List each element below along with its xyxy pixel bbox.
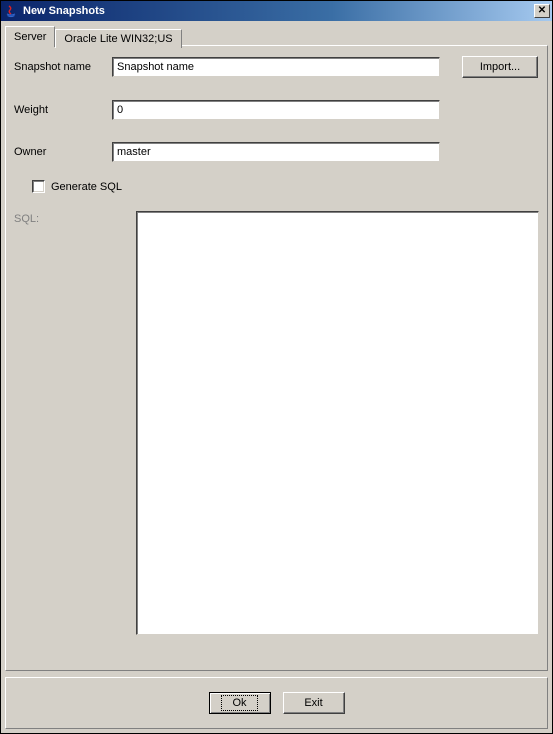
row-sql: SQL:	[14, 211, 539, 662]
client-area: Server Oracle Lite WIN32;US Snapshot nam…	[1, 21, 552, 733]
dialog-window: New Snapshots ✕ Server Oracle Lite WIN32…	[0, 0, 553, 734]
ok-button[interactable]: Ok	[209, 692, 271, 714]
tab-oracle-lite[interactable]: Oracle Lite WIN32;US	[55, 29, 181, 48]
weight-input[interactable]	[112, 100, 440, 120]
weight-label: Weight	[14, 104, 112, 116]
owner-label: Owner	[14, 146, 112, 158]
row-snapshot-name: Snapshot name Import...	[14, 56, 539, 78]
row-generate-sql: Generate SQL	[32, 180, 539, 193]
tab-server[interactable]: Server	[5, 26, 55, 47]
tab-strip: Server Oracle Lite WIN32;US	[5, 25, 548, 46]
generate-sql-checkbox[interactable]	[32, 180, 45, 193]
snapshot-name-input[interactable]	[112, 57, 440, 77]
dialog-footer: Ok Exit	[5, 677, 548, 729]
tab-panel-server: Snapshot name Import... Weight Owner Gen…	[5, 45, 548, 671]
exit-button[interactable]: Exit	[283, 692, 345, 714]
owner-input[interactable]	[112, 142, 440, 162]
row-weight: Weight	[14, 100, 539, 120]
close-button[interactable]: ✕	[534, 4, 550, 18]
ok-button-label: Ok	[221, 695, 257, 711]
import-button[interactable]: Import...	[462, 56, 538, 78]
snapshot-name-label: Snapshot name	[14, 61, 112, 73]
row-owner: Owner	[14, 142, 539, 162]
generate-sql-label: Generate SQL	[51, 181, 122, 193]
titlebar: New Snapshots ✕	[1, 1, 552, 21]
sql-label: SQL:	[14, 211, 136, 225]
java-icon	[3, 3, 19, 19]
window-title: New Snapshots	[23, 5, 534, 17]
sql-textarea[interactable]	[136, 211, 539, 635]
